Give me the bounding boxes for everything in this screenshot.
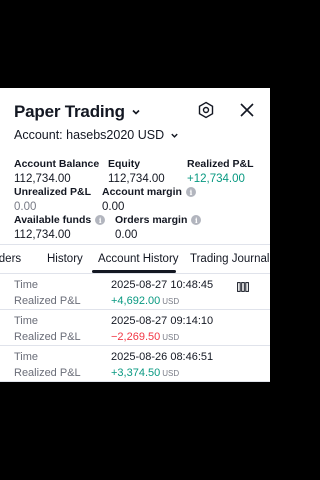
pnl-label: Realized P&L [14, 367, 81, 379]
metric-value: 112,734.00 [14, 173, 71, 185]
tab-history[interactable]: History [47, 253, 83, 265]
currency: USD [162, 369, 180, 378]
metric-label-row: Account margin i [102, 186, 196, 198]
time-value: 2025-08-27 09:14:10 [111, 315, 214, 327]
account-label: Account: hasebs2020 USD [14, 128, 165, 142]
currency: USD [162, 297, 180, 306]
metric-label: Account Balance [14, 158, 100, 170]
tab-orders[interactable]: Orders [0, 253, 21, 265]
time-label: Time [14, 315, 39, 327]
time-label: Time [14, 279, 39, 291]
metric-account-balance: Account Balance 112,734.00 [14, 158, 99, 185]
pnl-value-cell: +4,692.00 USD [111, 295, 179, 307]
metric-label-row: Available funds i [14, 214, 106, 226]
metric-label-row: Orders margin i [115, 214, 202, 226]
tab-account-history[interactable]: Account History [98, 253, 179, 265]
metric-label: Available funds [14, 214, 92, 226]
metric-value: 0.00 [115, 229, 138, 241]
pnl-value-cell: +3,374.50 USD [111, 367, 179, 379]
pnl-label: Realized P&L [14, 295, 81, 307]
metric-equity: Equity 112,734.00 [108, 158, 165, 185]
time-value: 2025-08-26 08:46:51 [111, 351, 214, 363]
time-value: 2025-08-27 10:48:45 [111, 279, 214, 291]
metric-value: +12,734.00 [187, 173, 245, 185]
chevron-down-icon[interactable] [131, 107, 141, 117]
metric-available-funds: Available funds i 112,734.00 [14, 214, 106, 241]
table-row[interactable]: Time 2025-08-27 10:48:45 Realized P&L +4… [0, 274, 270, 310]
pnl-value: +3,374.50 [111, 367, 161, 379]
currency: USD [162, 333, 180, 342]
metric-label: Unrealized P&L [14, 186, 92, 198]
panel-header[interactable]: Paper Trading [14, 102, 141, 122]
info-icon[interactable]: i [191, 215, 202, 225]
metric-unrealized-pnl: Unrealized P&L 0.00 [14, 186, 91, 213]
paper-trading-panel: Paper Trading Account: hasebs2020 USD Ac… [0, 88, 270, 382]
tab-trading-journal[interactable]: Trading Journal [190, 253, 269, 265]
metric-value: 112,734.00 [108, 173, 165, 185]
metric-label: Account margin [102, 186, 182, 198]
active-tab-indicator [92, 270, 176, 273]
pnl-value-cell: −2,269.50 USD [111, 331, 179, 343]
info-icon[interactable]: i [185, 187, 196, 197]
metric-value: 112,734.00 [14, 229, 71, 241]
pnl-label: Realized P&L [14, 331, 81, 343]
page-title[interactable]: Paper Trading [14, 102, 125, 122]
metric-label: Equity [108, 158, 141, 170]
metric-realized-pnl: Realized P&L +12,734.00 [187, 158, 254, 185]
metric-orders-margin: Orders margin i 0.00 [115, 214, 202, 241]
metric-label: Realized P&L [187, 158, 254, 170]
metric-value: 0.00 [14, 201, 37, 213]
metric-value: 0.00 [102, 201, 125, 213]
account-selector[interactable]: Account: hasebs2020 USD [14, 128, 179, 142]
metric-account-margin: Account margin i 0.00 [102, 186, 196, 213]
table-row[interactable]: Time 2025-08-26 08:46:51 Realized P&L +3… [0, 346, 270, 382]
pnl-value: +4,692.00 [111, 295, 161, 307]
chevron-down-icon [171, 133, 178, 138]
close-icon[interactable] [239, 102, 255, 118]
pnl-value: −2,269.50 [111, 331, 161, 343]
metric-label: Orders margin [115, 214, 188, 226]
info-icon[interactable]: i [95, 215, 106, 225]
settings-icon[interactable] [197, 101, 215, 119]
tab-bar: Orders History Account History Trading J… [0, 244, 270, 274]
columns-icon[interactable] [237, 282, 249, 292]
table-row[interactable]: Time 2025-08-27 09:14:10 Realized P&L −2… [0, 310, 270, 346]
time-label: Time [14, 351, 39, 363]
